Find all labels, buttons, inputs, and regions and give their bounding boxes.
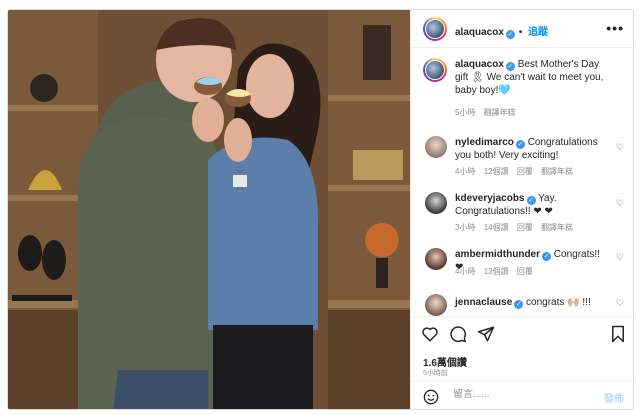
comment-likes[interactable]: 12個讚: [484, 167, 509, 176]
post-comment-button[interactable]: 發佈: [604, 390, 624, 405]
reply-button[interactable]: 回覆: [517, 267, 533, 276]
comment-likes[interactable]: 14個讚: [484, 223, 509, 232]
comment-item: nyledimarco ✓ Congratulations you both! V…: [423, 134, 628, 179]
post-actions: 1.6萬個讚 5小時前: [411, 316, 633, 386]
instagram-post-modal: alaquacox ✓ • 追蹤 ••• alaquacox ✓ Best Moth…: [7, 9, 634, 410]
comment-time: 3小時: [455, 223, 476, 232]
comment-item: ambermidthunder ✓ Congrats!! ❤ 4小時 13個讚 回…: [423, 246, 628, 281]
comments-list[interactable]: alaquacox ✓ Best Mother's Day gift 🎗 We c…: [411, 48, 633, 316]
comment-meta: 4小時 12個讚 回覆 翻譯年糕: [455, 166, 579, 177]
post-header: alaquacox ✓ • 追蹤 •••: [411, 10, 633, 48]
comment-item: jennaclause ✓ congrats 🙌🏼 !!! ♡: [423, 292, 628, 316]
post-photo[interactable]: [8, 10, 410, 409]
comment-time: 4小時: [455, 267, 476, 276]
caption-username[interactable]: alaquacox: [455, 59, 504, 70]
comment-text: congrats 🙌🏼 !!!: [526, 297, 591, 308]
paper-plane-icon[interactable]: [477, 325, 495, 343]
verified-badge-icon: ✓: [526, 196, 536, 205]
comment-meta: 4小時 13個讚 回覆: [455, 266, 539, 277]
comment-like-heart-icon[interactable]: ♡: [616, 252, 624, 263]
commenter-avatar[interactable]: [425, 192, 447, 214]
author-username[interactable]: alaquacox: [455, 27, 504, 38]
reply-button[interactable]: 回覆: [517, 167, 533, 176]
caption-item: alaquacox ✓ Best Mother's Day gift 🎗 We c…: [423, 56, 628, 118]
verified-badge-icon: ✓: [514, 300, 524, 309]
caption-time: 5小時: [455, 108, 476, 117]
commenter-username[interactable]: nyledimarco: [455, 137, 514, 148]
more-options-icon[interactable]: •••: [606, 20, 624, 36]
comment-text-block: nyledimarco ✓ Congratulations you both! V…: [455, 136, 605, 162]
commenter-avatar[interactable]: [425, 248, 447, 270]
commenter-avatar[interactable]: [425, 136, 447, 158]
post-time: 5小時前: [423, 370, 448, 377]
comment-meta: 3小時 14個讚 回覆 翻譯年糕: [455, 222, 579, 233]
comment-item: kdeveryjacobs ✓ Yay. Congratulations!! ❤ …: [423, 190, 628, 235]
author-line: alaquacox ✓ • 追蹤: [455, 23, 548, 39]
caption-meta: 5小時 翻譯年糕: [455, 107, 522, 118]
bookmark-icon[interactable]: [610, 325, 626, 343]
comment-like-heart-icon[interactable]: ♡: [616, 298, 624, 309]
verified-badge-icon: ✓: [505, 62, 515, 71]
photo-illustration: [8, 10, 410, 409]
author-avatar[interactable]: [423, 17, 447, 41]
commenter-username[interactable]: ambermidthunder: [455, 249, 540, 260]
emoji-icon[interactable]: [423, 389, 439, 405]
follow-button[interactable]: 追蹤: [528, 27, 548, 38]
commenter-username[interactable]: jennaclause: [455, 297, 512, 308]
caption-avatar[interactable]: [423, 58, 447, 82]
add-comment-bar: 發佈: [411, 380, 633, 409]
caption-translate-link[interactable]: 翻譯年糕: [484, 108, 516, 117]
post-side-panel: alaquacox ✓ • 追蹤 ••• alaquacox ✓ Best Moth…: [410, 10, 633, 409]
comment-time: 4小時: [455, 167, 476, 176]
reply-button[interactable]: 回覆: [517, 223, 533, 232]
comment-input[interactable]: [453, 389, 593, 400]
translate-link[interactable]: 翻譯年糕: [541, 167, 573, 176]
verified-badge-icon: ✓: [515, 140, 525, 149]
translate-link[interactable]: 翻譯年糕: [541, 223, 573, 232]
comment-like-heart-icon[interactable]: ♡: [616, 142, 624, 153]
comment-like-heart-icon[interactable]: ♡: [616, 198, 624, 209]
heart-outline-icon[interactable]: [421, 325, 439, 343]
comment-likes[interactable]: 13個讚: [484, 267, 509, 276]
verified-badge-icon: ✓: [505, 30, 515, 39]
comment-text-block: kdeveryjacobs ✓ Yay. Congratulations!! ❤ …: [455, 192, 605, 218]
verified-badge-icon: ✓: [542, 252, 552, 261]
commenter-avatar[interactable]: [425, 294, 447, 316]
separator-dot: •: [518, 27, 523, 38]
caption-text-block: alaquacox ✓ Best Mother's Day gift 🎗 We c…: [455, 58, 615, 97]
comment-text-block: jennaclause ✓ congrats 🙌🏼 !!!: [455, 296, 605, 309]
likes-count[interactable]: 1.6萬個讚: [423, 354, 467, 369]
commenter-username[interactable]: kdeveryjacobs: [455, 193, 525, 204]
comment-bubble-icon[interactable]: [449, 325, 467, 343]
